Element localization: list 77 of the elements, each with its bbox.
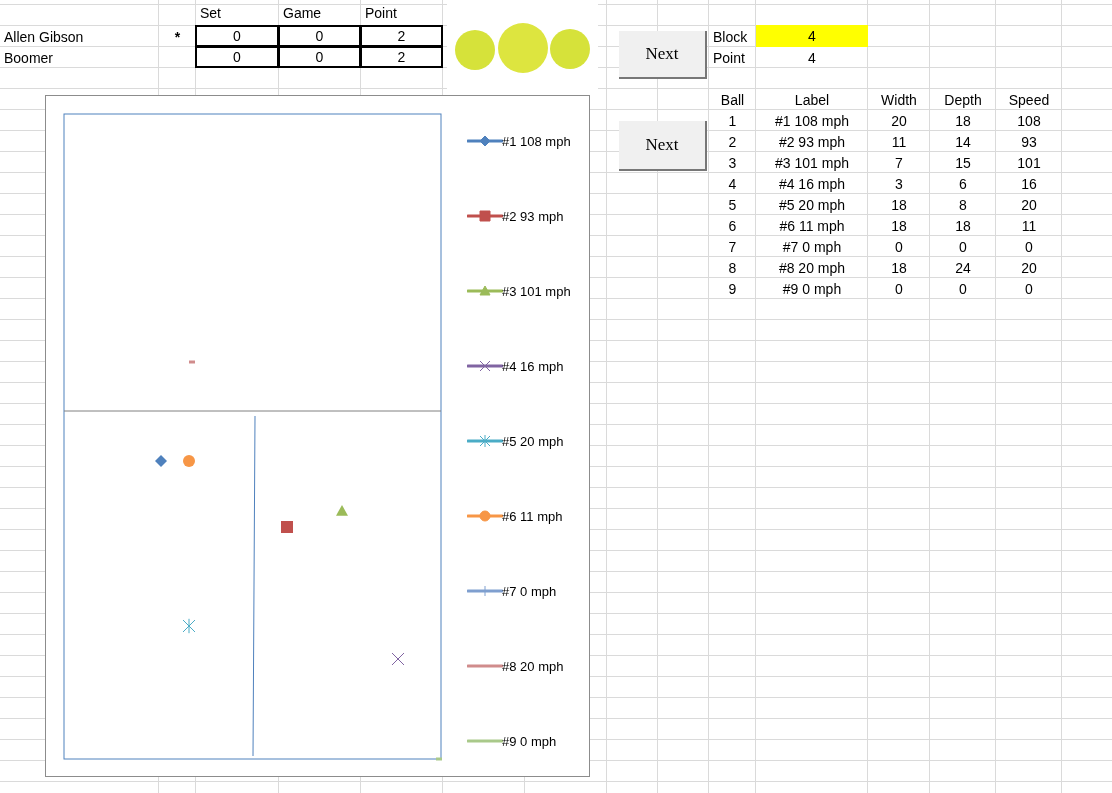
table-cell-text: 7 bbox=[727, 237, 738, 257]
score-cell: 0 bbox=[278, 46, 361, 68]
table-cell-text: 11 bbox=[1020, 216, 1038, 236]
status-value: 4 bbox=[756, 25, 868, 47]
table-cell-text: 93 bbox=[1020, 132, 1038, 152]
legend-label: #7 0 mph bbox=[502, 583, 557, 599]
legend-label: #8 20 mph bbox=[502, 658, 564, 674]
legend-label: #5 20 mph bbox=[502, 433, 564, 449]
column-header: Label bbox=[793, 90, 831, 110]
legend-label: #1 108 mph bbox=[502, 133, 571, 149]
table-cell-text: 18 bbox=[890, 195, 908, 215]
column-header: Width bbox=[880, 90, 918, 110]
column-header: Speed bbox=[1007, 90, 1051, 110]
table-cell-text: 24 bbox=[954, 258, 972, 278]
column-header: Game bbox=[282, 4, 323, 23]
status-value: 4 bbox=[807, 48, 817, 68]
table-cell-text: 16 bbox=[1020, 174, 1038, 194]
table-cell-text: #2 93 mph bbox=[777, 132, 847, 152]
table-cell-text: 7 bbox=[894, 153, 904, 173]
next-button[interactable]: Next bbox=[619, 31, 707, 79]
table-cell-text: #5 20 mph bbox=[777, 195, 847, 215]
column-header: Ball bbox=[719, 90, 746, 110]
serve-marker: * bbox=[173, 27, 182, 47]
table-cell-text: 18 bbox=[954, 111, 972, 131]
table-cell-text: 6 bbox=[727, 216, 738, 236]
table-cell-text: 3 bbox=[894, 174, 904, 194]
table-cell-text: 11 bbox=[890, 132, 908, 152]
legend-label: #3 101 mph bbox=[502, 283, 571, 299]
table-cell-text: 18 bbox=[890, 216, 908, 236]
table-cell-text: 108 bbox=[1016, 111, 1042, 131]
status-label: Block bbox=[712, 27, 749, 47]
table-cell-text: #8 20 mph bbox=[777, 258, 847, 278]
column-header: Point bbox=[364, 4, 398, 23]
player-name: Boomer bbox=[3, 48, 55, 68]
score-cell: 0 bbox=[195, 25, 279, 47]
legend-label: #2 93 mph bbox=[502, 208, 564, 224]
legend-label: #4 16 mph bbox=[502, 358, 564, 374]
table-cell-text: 3 bbox=[727, 153, 738, 173]
table-cell-text: 1 bbox=[727, 111, 738, 131]
table-cell-text: 14 bbox=[954, 132, 972, 152]
next-button[interactable]: Next bbox=[619, 121, 707, 171]
table-cell-text: #4 16 mph bbox=[777, 174, 847, 194]
table-cell-text: 4 bbox=[727, 174, 738, 194]
table-cell-text: 2 bbox=[727, 132, 738, 152]
legend-label: #9 0 mph bbox=[502, 733, 557, 749]
table-cell-text: 5 bbox=[727, 195, 738, 215]
table-cell-text: 20 bbox=[1020, 258, 1038, 278]
table-cell-text: 20 bbox=[1020, 195, 1038, 215]
table-cell-text: 0 bbox=[1024, 279, 1034, 299]
player-name: Allen Gibson bbox=[3, 27, 85, 47]
table-cell-text: #1 108 mph bbox=[774, 111, 850, 131]
table-cell-text: 0 bbox=[894, 279, 904, 299]
score-cell: 2 bbox=[360, 46, 443, 68]
table-cell-text: 0 bbox=[958, 279, 968, 299]
table-cell-text: 0 bbox=[958, 237, 968, 257]
table-cell-text: 8 bbox=[958, 195, 968, 215]
score-cell: 0 bbox=[195, 46, 279, 68]
table-cell-text: 6 bbox=[958, 174, 968, 194]
table-cell-text: 15 bbox=[954, 153, 972, 173]
legend-label: #6 11 mph bbox=[502, 508, 563, 524]
table-cell-text: 18 bbox=[890, 258, 908, 278]
table-cell-text: #7 0 mph bbox=[781, 237, 843, 257]
table-cell-text: 20 bbox=[890, 111, 908, 131]
score-cell: 0 bbox=[278, 25, 361, 47]
score-cell: 2 bbox=[360, 25, 443, 47]
table-cell-text: #9 0 mph bbox=[781, 279, 843, 299]
table-cell-text: #6 11 mph bbox=[778, 216, 846, 236]
table-cell-text: 0 bbox=[894, 237, 904, 257]
status-label: Point bbox=[712, 48, 746, 68]
table-cell-text: #3 101 mph bbox=[774, 153, 850, 173]
column-header: Set bbox=[199, 4, 222, 23]
column-header: Depth bbox=[943, 90, 983, 110]
table-cell-text: 0 bbox=[1024, 237, 1034, 257]
table-cell-text: 8 bbox=[727, 258, 738, 278]
table-cell-text: 18 bbox=[954, 216, 972, 236]
table-cell-text: 101 bbox=[1016, 153, 1042, 173]
table-cell-text: 9 bbox=[727, 279, 738, 299]
